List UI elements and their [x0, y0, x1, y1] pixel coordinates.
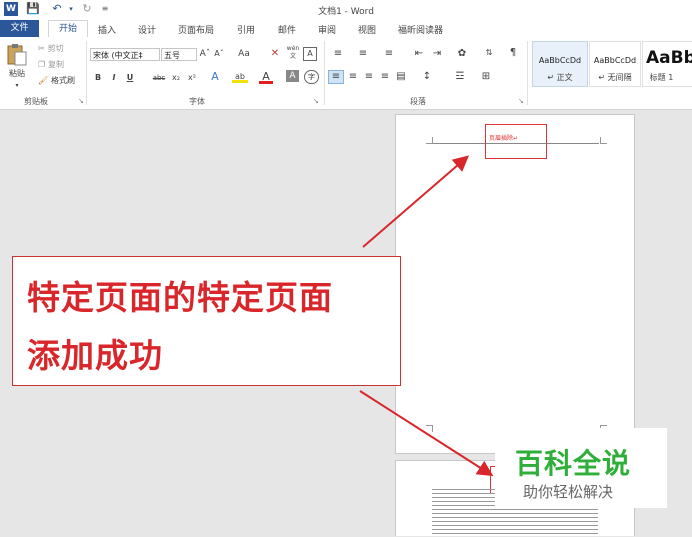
annotation-box: 特定页面的特定页面 添加成功 [12, 256, 401, 386]
watermark: 百科全说 助你轻松解决 [495, 428, 667, 508]
annotation-line-2: 添加成功 [27, 336, 163, 375]
arrow-to-header-2 [359, 390, 494, 477]
arrow-to-header-1 [362, 155, 470, 248]
annotation-line-1: 特定页面的特定页面 [27, 278, 333, 317]
watermark-slogan: 助你轻松解决 [523, 483, 614, 501]
watermark-brand: 百科全说 [515, 447, 632, 480]
